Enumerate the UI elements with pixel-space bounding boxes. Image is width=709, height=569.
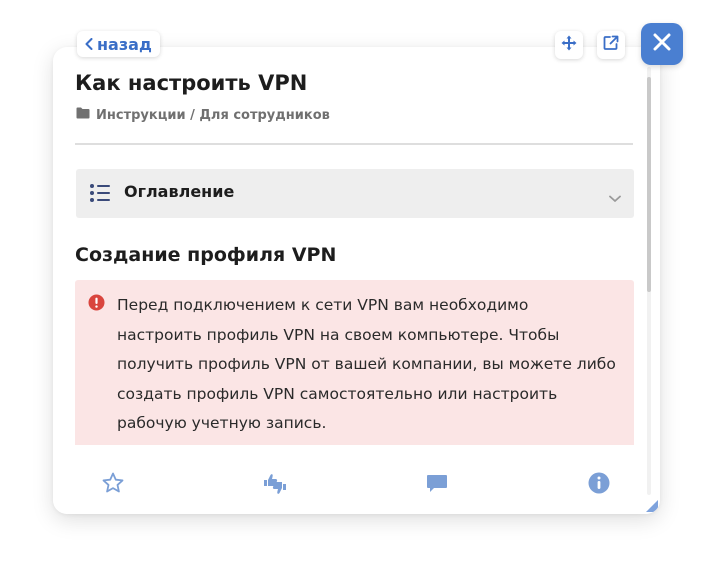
comment-icon[interactable]: [423, 469, 451, 497]
folder-icon: [76, 107, 90, 123]
scrollbar-thumb[interactable]: [647, 77, 651, 292]
resize-handle[interactable]: [646, 500, 658, 512]
toc-label: Оглавление: [124, 182, 235, 201]
alert-box: Перед подключением к сети VPN вам необхо…: [75, 280, 634, 445]
table-of-contents-toggle[interactable]: Оглавление: [76, 169, 634, 218]
close-icon: [653, 33, 671, 55]
breadcrumb-path[interactable]: Инструкции / Для сотрудников: [96, 108, 330, 123]
article-panel: Как настроить VPN Инструкции / Для сотру…: [53, 47, 660, 514]
back-label: назад: [97, 34, 152, 54]
section-heading: Создание профиля VPN: [75, 244, 337, 266]
article-title: Как настроить VPN: [75, 71, 308, 95]
list-icon: [89, 182, 111, 208]
scrollbar[interactable]: [647, 67, 651, 495]
close-button[interactable]: [641, 23, 683, 65]
exclamation-circle-icon: [88, 294, 105, 315]
star-icon[interactable]: [99, 469, 127, 497]
chevron-down-icon: [609, 188, 621, 207]
external-link-icon: [603, 35, 619, 55]
stage: Как настроить VPN Инструкции / Для сотру…: [0, 0, 709, 569]
chevron-left-icon: [85, 38, 93, 50]
move-button[interactable]: [555, 31, 583, 59]
move-arrows-icon: [561, 35, 577, 55]
divider: [75, 143, 633, 145]
open-external-button[interactable]: [597, 31, 625, 59]
footer-toolbar: [53, 449, 660, 514]
thumbs-up-down-icon[interactable]: [261, 469, 289, 497]
alert-text: Перед подключением к сети VPN вам необхо…: [117, 296, 616, 432]
breadcrumb[interactable]: Инструкции / Для сотрудников: [76, 107, 330, 123]
info-icon[interactable]: [585, 469, 613, 497]
back-button[interactable]: назад: [77, 31, 160, 57]
